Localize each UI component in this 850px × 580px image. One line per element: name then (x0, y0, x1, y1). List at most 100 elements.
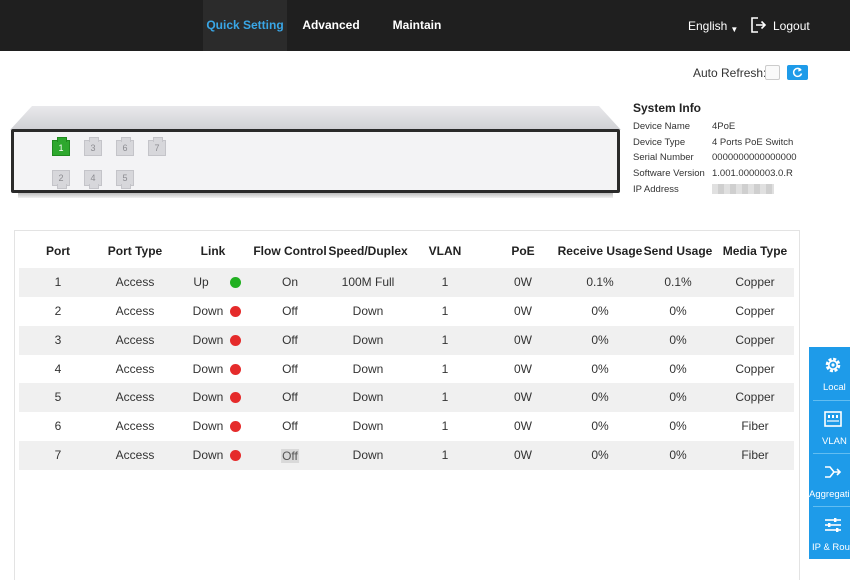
gear-icon (825, 357, 841, 373)
media-type-cell: Copper (735, 362, 775, 376)
quick-nav-aggregation[interactable]: Aggregation (809, 454, 850, 507)
poe-cell: 0W (514, 275, 532, 289)
port-cell: 4 (54, 362, 62, 376)
poe-cell: 0W (514, 333, 532, 347)
switch-port-4[interactable]: 4 (84, 170, 102, 189)
flow-control-cell: On (281, 275, 299, 289)
device-type-value: 4 Ports PoE Switch (712, 137, 794, 148)
poe-cell: 0W (514, 304, 532, 318)
device-type-label: Device Type (633, 137, 686, 148)
table-row[interactable]: 1 Access Up On 100M Full 1 0W 0.1% 0.1% … (19, 268, 794, 297)
vlan-cell: 1 (441, 333, 449, 347)
sliders-icon (825, 518, 841, 532)
tab-advanced[interactable]: Advanced (300, 0, 362, 51)
quick-nav-aggregation-label: Aggregation (809, 489, 850, 500)
receive-usage-cell: 0% (591, 362, 609, 376)
link-cell: Down (192, 304, 224, 318)
quick-nav-vlan[interactable]: VLAN (809, 401, 850, 454)
quick-nav-vlan-label: VLAN (822, 436, 847, 447)
media-type-cell: Copper (735, 390, 775, 404)
vlan-icon (824, 411, 842, 427)
language-selector[interactable]: English ▼ (684, 14, 742, 38)
device-name-value: 4PoE (712, 121, 736, 132)
switch-port-1[interactable]: 1 (52, 137, 70, 156)
auto-refresh-checkbox[interactable] (765, 65, 780, 80)
switch-port-2[interactable]: 2 (52, 170, 70, 189)
link-cell: Down (192, 419, 224, 433)
poe-cell: 0W (514, 448, 532, 462)
quick-nav-panel: Local VLAN Aggregation IP & Route (809, 347, 850, 559)
link-cell: Up (193, 275, 209, 289)
speed-duplex-cell: Down (352, 419, 384, 433)
media-type-cell: Copper (735, 275, 775, 289)
speed-duplex-cell: 100M Full (341, 275, 395, 289)
link-status-dot (230, 277, 241, 288)
flow-control-cell: Off (282, 419, 298, 433)
switch-port-5[interactable]: 5 (116, 170, 134, 189)
refresh-button[interactable] (787, 65, 808, 80)
speed-duplex-cell: Down (352, 304, 384, 318)
link-status-dot (230, 306, 241, 317)
table-row[interactable]: 6 Access Down Off Down 1 0W 0% 0% Fiber (19, 412, 794, 441)
top-nav-bar: Quick Setting Advanced Maintain English ▼… (0, 0, 850, 51)
aggregation-icon (825, 466, 842, 478)
table-row[interactable]: 3 Access Down Off Down 1 0W 0% 0% Copper (19, 326, 794, 355)
link-status-dot (230, 450, 241, 461)
link-status-dot (230, 364, 241, 375)
table-row[interactable]: 5 Access Down Off Down 1 0W 0% 0% Copper (19, 383, 794, 412)
column-header-send-usage: Send Usage (643, 244, 713, 258)
switch-port-6[interactable]: 6 (116, 137, 134, 156)
speed-duplex-cell: Down (352, 362, 384, 376)
link-cell: Down (192, 448, 224, 462)
send-usage-cell: 0% (669, 448, 687, 462)
link-cell: Down (192, 362, 224, 376)
quick-nav-ip-route[interactable]: IP & Route (809, 507, 850, 560)
receive-usage-cell: 0% (591, 304, 609, 318)
quick-nav-local[interactable]: Local (809, 347, 850, 400)
flow-control-cell[interactable]: Off (281, 449, 299, 463)
port-cell: 6 (54, 419, 62, 433)
receive-usage-cell: 0% (591, 333, 609, 347)
link-cell: Down (192, 390, 224, 404)
send-usage-cell: 0% (669, 304, 687, 318)
software-version-value: 1.001.0000003.0.R (712, 168, 793, 179)
port-type-cell: Access (115, 419, 155, 433)
table-row[interactable]: 7 Access Down Off Down 1 0W 0% 0% Fiber (19, 441, 794, 470)
vlan-cell: 1 (441, 419, 449, 433)
language-label: English (688, 19, 728, 33)
receive-usage-cell: 0% (591, 448, 609, 462)
table-row[interactable]: 2 Access Down Off Down 1 0W 0% 0% Copper (19, 297, 794, 326)
poe-cell: 0W (514, 390, 532, 404)
column-header-receive-usage: Receive Usage (557, 244, 643, 258)
tab-maintain[interactable]: Maintain (388, 0, 446, 51)
media-type-cell: Copper (735, 333, 775, 347)
ip-address-redacted (712, 184, 774, 194)
vlan-cell: 1 (441, 275, 449, 289)
switch-shadow (18, 193, 613, 198)
link-status-dot (230, 421, 241, 432)
port-cell: 5 (54, 390, 62, 404)
tab-quick-setting[interactable]: Quick Setting (203, 0, 287, 51)
quick-nav-local-label: Local (823, 382, 846, 393)
quick-nav-ip-route-label: IP & Route (812, 542, 850, 553)
system-info-title: System Info (633, 101, 702, 115)
column-header-flow-control: Flow Control (253, 244, 327, 258)
switch-port-7[interactable]: 7 (148, 137, 166, 156)
speed-duplex-cell: Down (352, 333, 384, 347)
link-cell: Down (192, 333, 224, 347)
chevron-down-icon: ▼ (730, 25, 739, 34)
media-type-cell: Fiber (741, 419, 769, 433)
flow-control-cell: Off (282, 333, 298, 347)
port-type-cell: Access (115, 275, 155, 289)
column-header-poe: PoE (511, 244, 535, 258)
column-header-port-type: Port Type (107, 244, 163, 258)
media-type-cell: Fiber (741, 448, 769, 462)
speed-duplex-cell: Down (352, 390, 384, 404)
send-usage-cell: 0% (669, 362, 687, 376)
switch-port-3[interactable]: 3 (84, 137, 102, 156)
table-row[interactable]: 4 Access Down Off Down 1 0W 0% 0% Copper (19, 355, 794, 384)
link-status-dot (230, 335, 241, 346)
poe-cell: 0W (514, 419, 532, 433)
auto-refresh-label: Auto Refresh: (693, 66, 767, 80)
software-version-label: Software Version (633, 168, 705, 179)
